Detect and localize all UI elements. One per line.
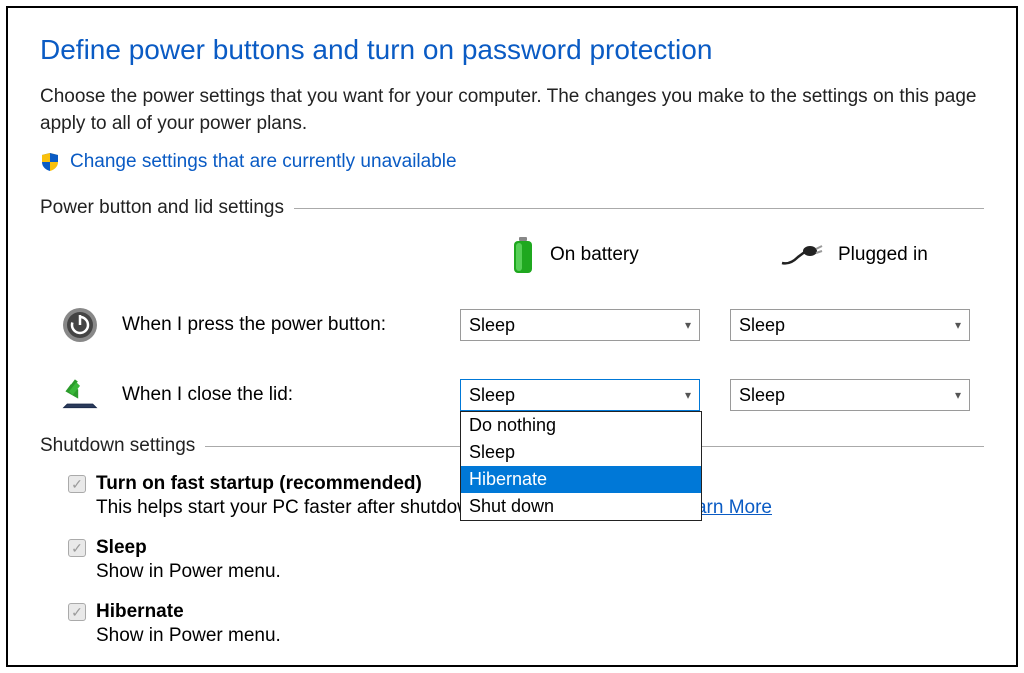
laptop-lid-icon [60, 375, 100, 415]
select-value: Sleep [469, 315, 515, 336]
plug-icon [780, 243, 824, 267]
chevron-down-icon: ▾ [685, 318, 691, 332]
section-label: Power button and lid settings [40, 197, 284, 219]
select-value: Sleep [469, 385, 515, 406]
close-lid-battery-select[interactable]: Sleep ▾ Do nothing Sleep Hibernate Shut … [460, 379, 700, 411]
hibernate-checkbox[interactable]: ✓ [68, 603, 86, 621]
power-options-panel: Define power buttons and turn on passwor… [6, 6, 1018, 667]
hibernate-title: Hibernate [96, 601, 184, 623]
column-label: On battery [550, 244, 639, 266]
shutdown-hibernate: ✓ Hibernate Show in Power menu. [68, 601, 984, 647]
dropdown-option-do-nothing[interactable]: Do nothing [461, 412, 701, 439]
row-close-lid: When I close the lid: [60, 375, 460, 415]
fast-startup-checkbox[interactable]: ✓ [68, 475, 86, 493]
select-value: Sleep [739, 315, 785, 336]
close-lid-plugged-select[interactable]: Sleep ▾ [730, 379, 970, 411]
chevron-down-icon: ▾ [955, 388, 961, 402]
power-button-plugged-select[interactable]: Sleep ▾ [730, 309, 970, 341]
page-description: Choose the power settings that you want … [40, 84, 984, 137]
column-label: Plugged in [838, 244, 928, 266]
row-power-button: When I press the power button: [60, 305, 460, 345]
change-settings-row: Change settings that are currently unava… [40, 151, 984, 173]
row-label-text: When I press the power button: [122, 314, 386, 336]
dropdown-option-shut-down[interactable]: Shut down [461, 493, 701, 520]
sleep-checkbox[interactable]: ✓ [68, 539, 86, 557]
shield-icon [40, 152, 60, 172]
page-title: Define power buttons and turn on passwor… [40, 34, 984, 66]
dropdown-menu: Do nothing Sleep Hibernate Shut down [460, 411, 702, 521]
hibernate-desc: Show in Power menu. [96, 625, 984, 647]
dropdown-option-sleep[interactable]: Sleep [461, 439, 701, 466]
sleep-title: Sleep [96, 537, 147, 559]
fast-startup-title: Turn on fast startup (recommended) [96, 473, 422, 495]
dropdown-option-hibernate[interactable]: Hibernate [461, 466, 701, 493]
section-power-button-lid: Power button and lid settings [40, 197, 984, 219]
power-button-icon [60, 305, 100, 345]
sleep-desc: Show in Power menu. [96, 561, 984, 583]
power-settings-grid: On battery Plugged in [60, 235, 984, 415]
column-header-battery: On battery [460, 235, 730, 275]
chevron-down-icon: ▾ [685, 388, 691, 402]
section-label: Shutdown settings [40, 435, 195, 457]
select-value: Sleep [739, 385, 785, 406]
power-button-battery-select[interactable]: Sleep ▾ [460, 309, 700, 341]
chevron-down-icon: ▾ [955, 318, 961, 332]
change-settings-link[interactable]: Change settings that are currently unava… [70, 151, 457, 173]
shutdown-sleep: ✓ Sleep Show in Power menu. [68, 537, 984, 583]
column-header-plugged: Plugged in [730, 243, 1000, 267]
divider [294, 208, 984, 209]
row-label-text: When I close the lid: [122, 384, 293, 406]
battery-icon [510, 235, 536, 275]
